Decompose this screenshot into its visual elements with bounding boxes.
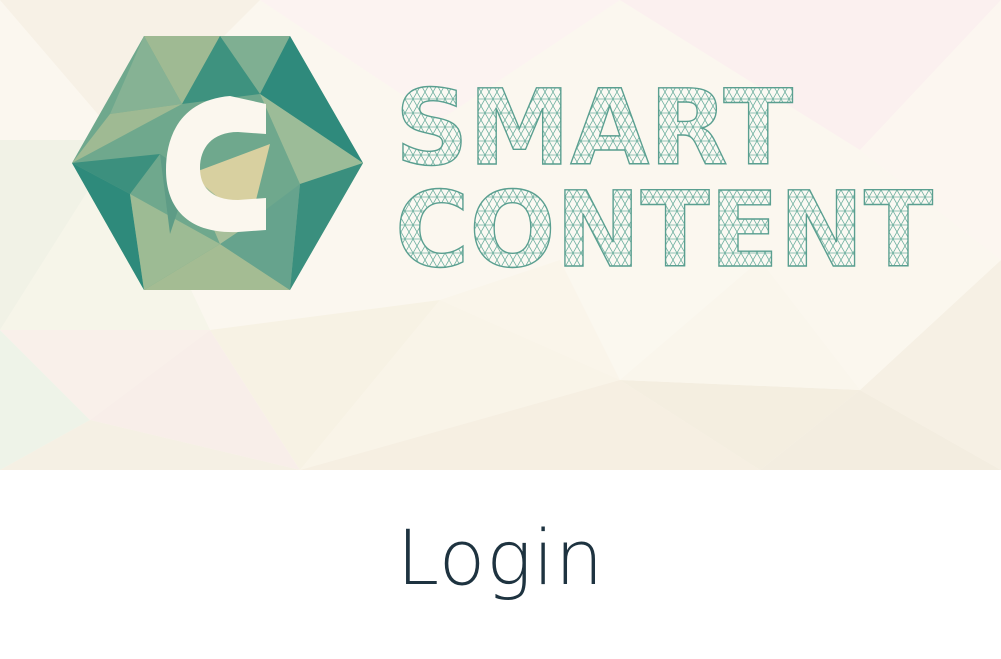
smart-content-wordmark: SMART CONTENT — [394, 78, 933, 278]
wordmark-line-2: CONTENT — [395, 169, 933, 278]
header-banner: SMART CONTENT — [0, 0, 1001, 470]
page-title: Login — [396, 513, 605, 602]
hexagon-c-logo-icon — [72, 36, 363, 290]
